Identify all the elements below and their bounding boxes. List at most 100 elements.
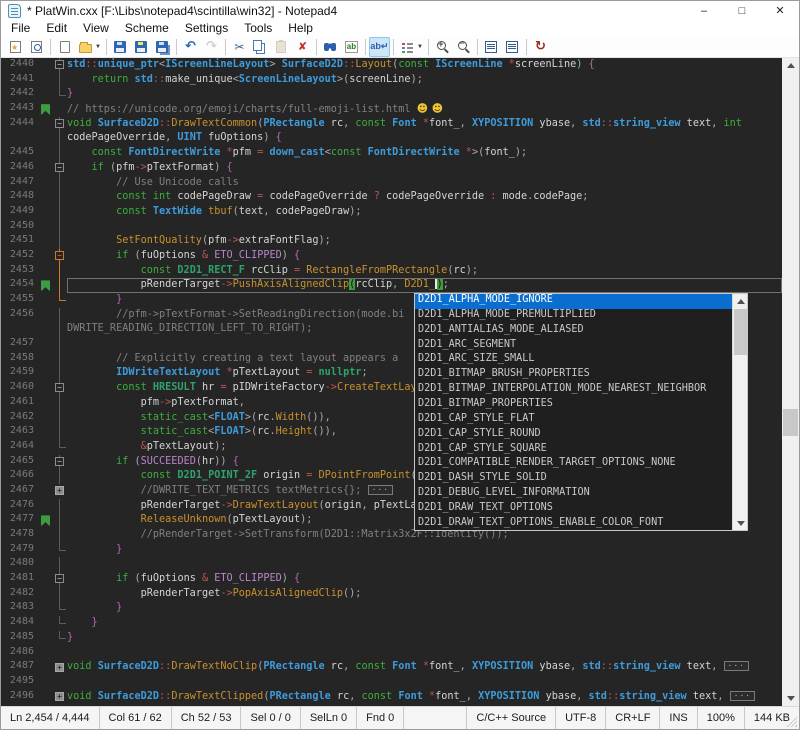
open-file-button[interactable] xyxy=(75,37,96,57)
code-text xyxy=(67,557,782,572)
menu-item-scheme[interactable]: Scheme xyxy=(117,21,177,35)
minimize-button[interactable]: – xyxy=(685,1,723,20)
autocomplete-item[interactable]: D2D1_CAP_STYLE_ROUND xyxy=(415,428,732,443)
fold-margin[interactable]: − xyxy=(52,455,67,470)
maximize-button[interactable]: □ xyxy=(723,1,761,20)
autocomplete-scrollbar[interactable] xyxy=(732,294,747,530)
word-wrap-toggle[interactable]: ab↵ xyxy=(369,37,390,57)
save-as-button[interactable] xyxy=(131,37,152,57)
redo-icon: ↷ xyxy=(206,39,217,54)
undo-button[interactable]: ↶ xyxy=(180,37,201,57)
fold-ellipsis-icon[interactable]: ··· xyxy=(368,485,393,495)
autocomplete-item[interactable]: D2D1_DEBUG_LEVEL_INFORMATION xyxy=(415,487,732,502)
fold-margin[interactable]: + xyxy=(52,690,67,705)
fold-margin[interactable]: + xyxy=(52,484,67,499)
redo-button[interactable]: ↷ xyxy=(201,37,222,57)
editor-scrollbar[interactable] xyxy=(782,58,799,706)
status-segment-left-2[interactable]: Ch 52 / 53 xyxy=(172,707,242,729)
fold-margin xyxy=(52,293,67,308)
save-button[interactable] xyxy=(110,37,131,57)
bookmark-margin xyxy=(39,366,52,381)
browse-icon xyxy=(31,41,42,53)
scrollbar-thumb[interactable] xyxy=(783,409,798,436)
menu-item-view[interactable]: View xyxy=(75,21,117,35)
find-button[interactable] xyxy=(320,37,341,57)
autocomplete-item[interactable]: D2D1_ARC_SIZE_SMALL xyxy=(415,353,732,368)
code-line-2453: 2453 const D2D1_RECT_F rcClip = Rectangl… xyxy=(1,264,782,279)
close-button[interactable]: ✕ xyxy=(761,1,799,20)
fold-ellipsis-icon[interactable]: ··· xyxy=(724,661,749,671)
replace-icon: ab xyxy=(345,41,358,53)
fold-margin[interactable]: − xyxy=(52,572,67,587)
autocomplete-item[interactable]: D2D1_DRAW_TEXT_OPTIONS_ENABLE_COLOR_FONT xyxy=(415,517,732,530)
favorites-button[interactable] xyxy=(5,37,26,57)
autocomplete-item[interactable]: D2D1_ALPHA_MODE_IGNORE xyxy=(415,294,732,309)
fold-margin xyxy=(52,601,67,616)
zoom-out-button[interactable] xyxy=(453,37,474,57)
fold-margin[interactable]: − xyxy=(52,117,67,132)
fold-margin[interactable]: − xyxy=(52,161,67,176)
zoom-in-button[interactable] xyxy=(432,37,453,57)
scroll-down-icon[interactable] xyxy=(782,691,799,706)
status-segment-right-0[interactable]: C/C++ Source xyxy=(466,707,555,729)
fold-margin[interactable]: − xyxy=(52,381,67,396)
status-segment-left-3[interactable]: Sel 0 / 0 xyxy=(241,707,300,729)
autocomplete-item[interactable]: D2D1_CAP_STYLE_SQUARE xyxy=(415,443,732,458)
bookmark-margin xyxy=(39,499,52,514)
save-all-button[interactable] xyxy=(152,37,173,57)
edit-mode-button[interactable] xyxy=(502,37,523,57)
replace-button[interactable]: ab xyxy=(341,37,362,57)
reload-button[interactable]: ↻ xyxy=(530,37,551,57)
toolbar-separator xyxy=(176,39,177,55)
line-number: 2480 xyxy=(1,557,39,572)
fold-ellipsis-icon[interactable]: ··· xyxy=(730,691,755,701)
autocomplete-item[interactable]: D2D1_ALPHA_MODE_PREMULTIPLIED xyxy=(415,309,732,324)
bookmark-margin xyxy=(39,87,52,102)
autocomplete-item[interactable]: D2D1_DASH_STYLE_SOLID xyxy=(415,472,732,487)
edit-mode-icon xyxy=(506,41,518,53)
fold-margin[interactable]: − xyxy=(52,58,67,73)
menu-item-settings[interactable]: Settings xyxy=(177,21,236,35)
status-segment-left-5[interactable]: Fnd 0 xyxy=(357,707,404,729)
code-editor[interactable]: 2440−std::unique_ptr<IScreenLineLayout> … xyxy=(1,58,799,706)
autocomplete-item[interactable]: D2D1_BITMAP_PROPERTIES xyxy=(415,398,732,413)
status-segment-right-1[interactable]: UTF-8 xyxy=(555,707,605,729)
autocomplete-item[interactable]: D2D1_DRAW_TEXT_OPTIONS xyxy=(415,502,732,517)
status-segment-right-2[interactable]: CR+LF xyxy=(605,707,659,729)
bookmark-margin xyxy=(39,646,52,661)
code-text: } xyxy=(67,87,782,102)
autocomplete-item[interactable]: D2D1_BITMAP_BRUSH_PROPERTIES xyxy=(415,368,732,383)
autocomplete-item[interactable]: D2D1_BITMAP_INTERPOLATION_MODE_NEAREST_N… xyxy=(415,383,732,398)
status-segment-left-1[interactable]: Col 61 / 62 xyxy=(100,707,172,729)
scheme-select-button[interactable] xyxy=(397,37,418,57)
autocomplete-item[interactable]: D2D1_ANTIALIAS_MODE_ALIASED xyxy=(415,324,732,339)
status-segment-right-4[interactable]: 100% xyxy=(697,707,744,729)
scrollbar-thumb[interactable] xyxy=(734,309,747,355)
status-segment-right-3[interactable]: INS xyxy=(659,707,696,729)
delete-button[interactable]: ✘ xyxy=(292,37,313,57)
autocomplete-item[interactable]: D2D1_ARC_SEGMENT xyxy=(415,339,732,354)
scroll-up-icon[interactable] xyxy=(782,58,799,73)
notepad4-window: * PlatWin.cxx [F:\Libs\notepad4\scintill… xyxy=(0,0,800,730)
autocomplete-item[interactable]: D2D1_COMPATIBLE_RENDER_TARGET_OPTIONS_NO… xyxy=(415,457,732,472)
menu-item-edit[interactable]: Edit xyxy=(38,21,75,35)
status-segment-left-4[interactable]: SelLn 0 xyxy=(301,707,357,729)
resize-grip[interactable] xyxy=(787,717,797,727)
line-number: 2455 xyxy=(1,293,39,308)
menu-item-tools[interactable]: Tools xyxy=(236,21,280,35)
new-file-button[interactable] xyxy=(54,37,75,57)
paste-button[interactable] xyxy=(271,37,292,57)
scroll-down-icon[interactable] xyxy=(733,516,748,530)
menu-item-file[interactable]: File xyxy=(3,21,38,35)
copy-button[interactable] xyxy=(250,37,271,57)
fold-margin[interactable]: + xyxy=(52,660,67,675)
fold-margin[interactable]: − xyxy=(52,249,67,264)
menu-item-help[interactable]: Help xyxy=(280,21,321,35)
scroll-up-icon[interactable] xyxy=(733,294,748,308)
view-document-button[interactable] xyxy=(481,37,502,57)
autocomplete-item[interactable]: D2D1_CAP_STYLE_FLAT xyxy=(415,413,732,428)
cut-button[interactable]: ✂ xyxy=(229,37,250,57)
status-segment-left-0[interactable]: Ln 2,454 / 4,444 xyxy=(1,707,100,729)
browse-button[interactable] xyxy=(26,37,47,57)
code-line-2447: 2447 // Use Unicode calls xyxy=(1,176,782,191)
